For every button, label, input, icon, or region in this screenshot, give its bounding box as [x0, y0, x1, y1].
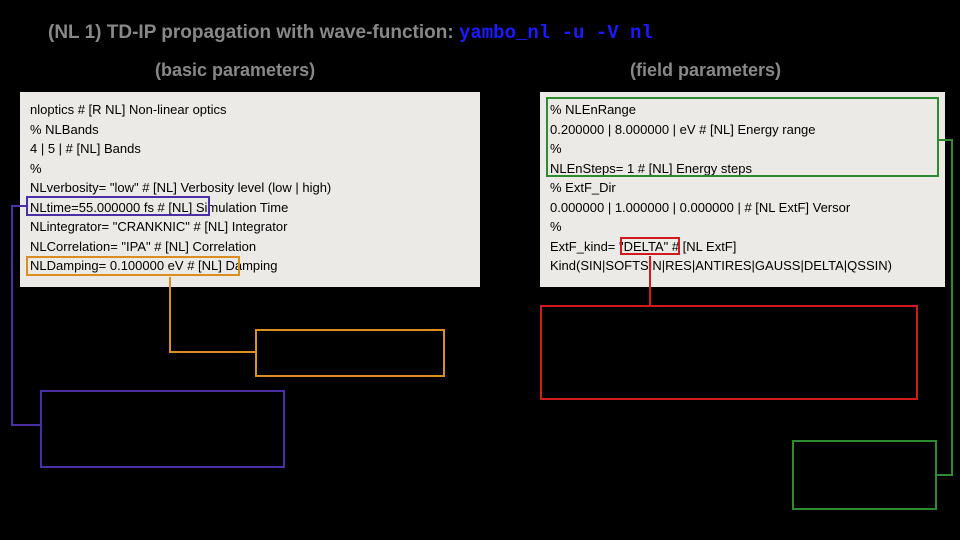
- line-extfdir-open: % ExtF_Dir: [550, 178, 935, 198]
- highlight-nldamping: [26, 256, 240, 276]
- line-nlbands-open: % NLBands: [30, 120, 470, 140]
- callout-purple: [40, 390, 285, 468]
- slide-title: (NL 1) TD-IP propagation with wave-funct…: [48, 22, 653, 44]
- highlight-nltime: [26, 196, 210, 216]
- subhead-basic: (basic parameters): [155, 60, 315, 81]
- callout-red: [540, 305, 918, 400]
- line-extfdir-close: %: [550, 217, 935, 237]
- line-nlverbosity: NLverbosity= "low" # [NL] Verbosity leve…: [30, 178, 470, 198]
- highlight-extfkind-delta: [620, 237, 680, 255]
- highlight-nlenrange-steps: [546, 97, 939, 177]
- line-extfkind-options: Kind(SIN|SOFTSIN|RES|ANTIRES|GAUSS|DELTA…: [550, 256, 935, 276]
- line-nlbands-close: %: [30, 159, 470, 179]
- title-prefix: (NL 1) TD-IP propagation with wave-funct…: [48, 22, 459, 43]
- line-extfdir-val: 0.000000 | 1.000000 | 0.000000 | # [NL E…: [550, 198, 935, 218]
- callout-green: [792, 440, 937, 510]
- line-nloptics: nloptics # [R NL] Non-linear optics: [30, 100, 470, 120]
- subhead-field: (field parameters): [630, 60, 781, 81]
- line-nlintegrator: NLintegrator= "CRANKNIC" # [NL] Integrat…: [30, 217, 470, 237]
- callout-orange: [255, 329, 445, 377]
- line-nlbands-val: 4 | 5 | # [NL] Bands: [30, 139, 470, 159]
- line-extfkind: ExtF_kind= "DELTA" # [NL ExtF]: [550, 237, 935, 257]
- line-nlcorrelation: NLCorrelation= "IPA" # [NL] Correlation: [30, 237, 470, 257]
- title-command: yambo_nl -u -V nl: [459, 22, 653, 44]
